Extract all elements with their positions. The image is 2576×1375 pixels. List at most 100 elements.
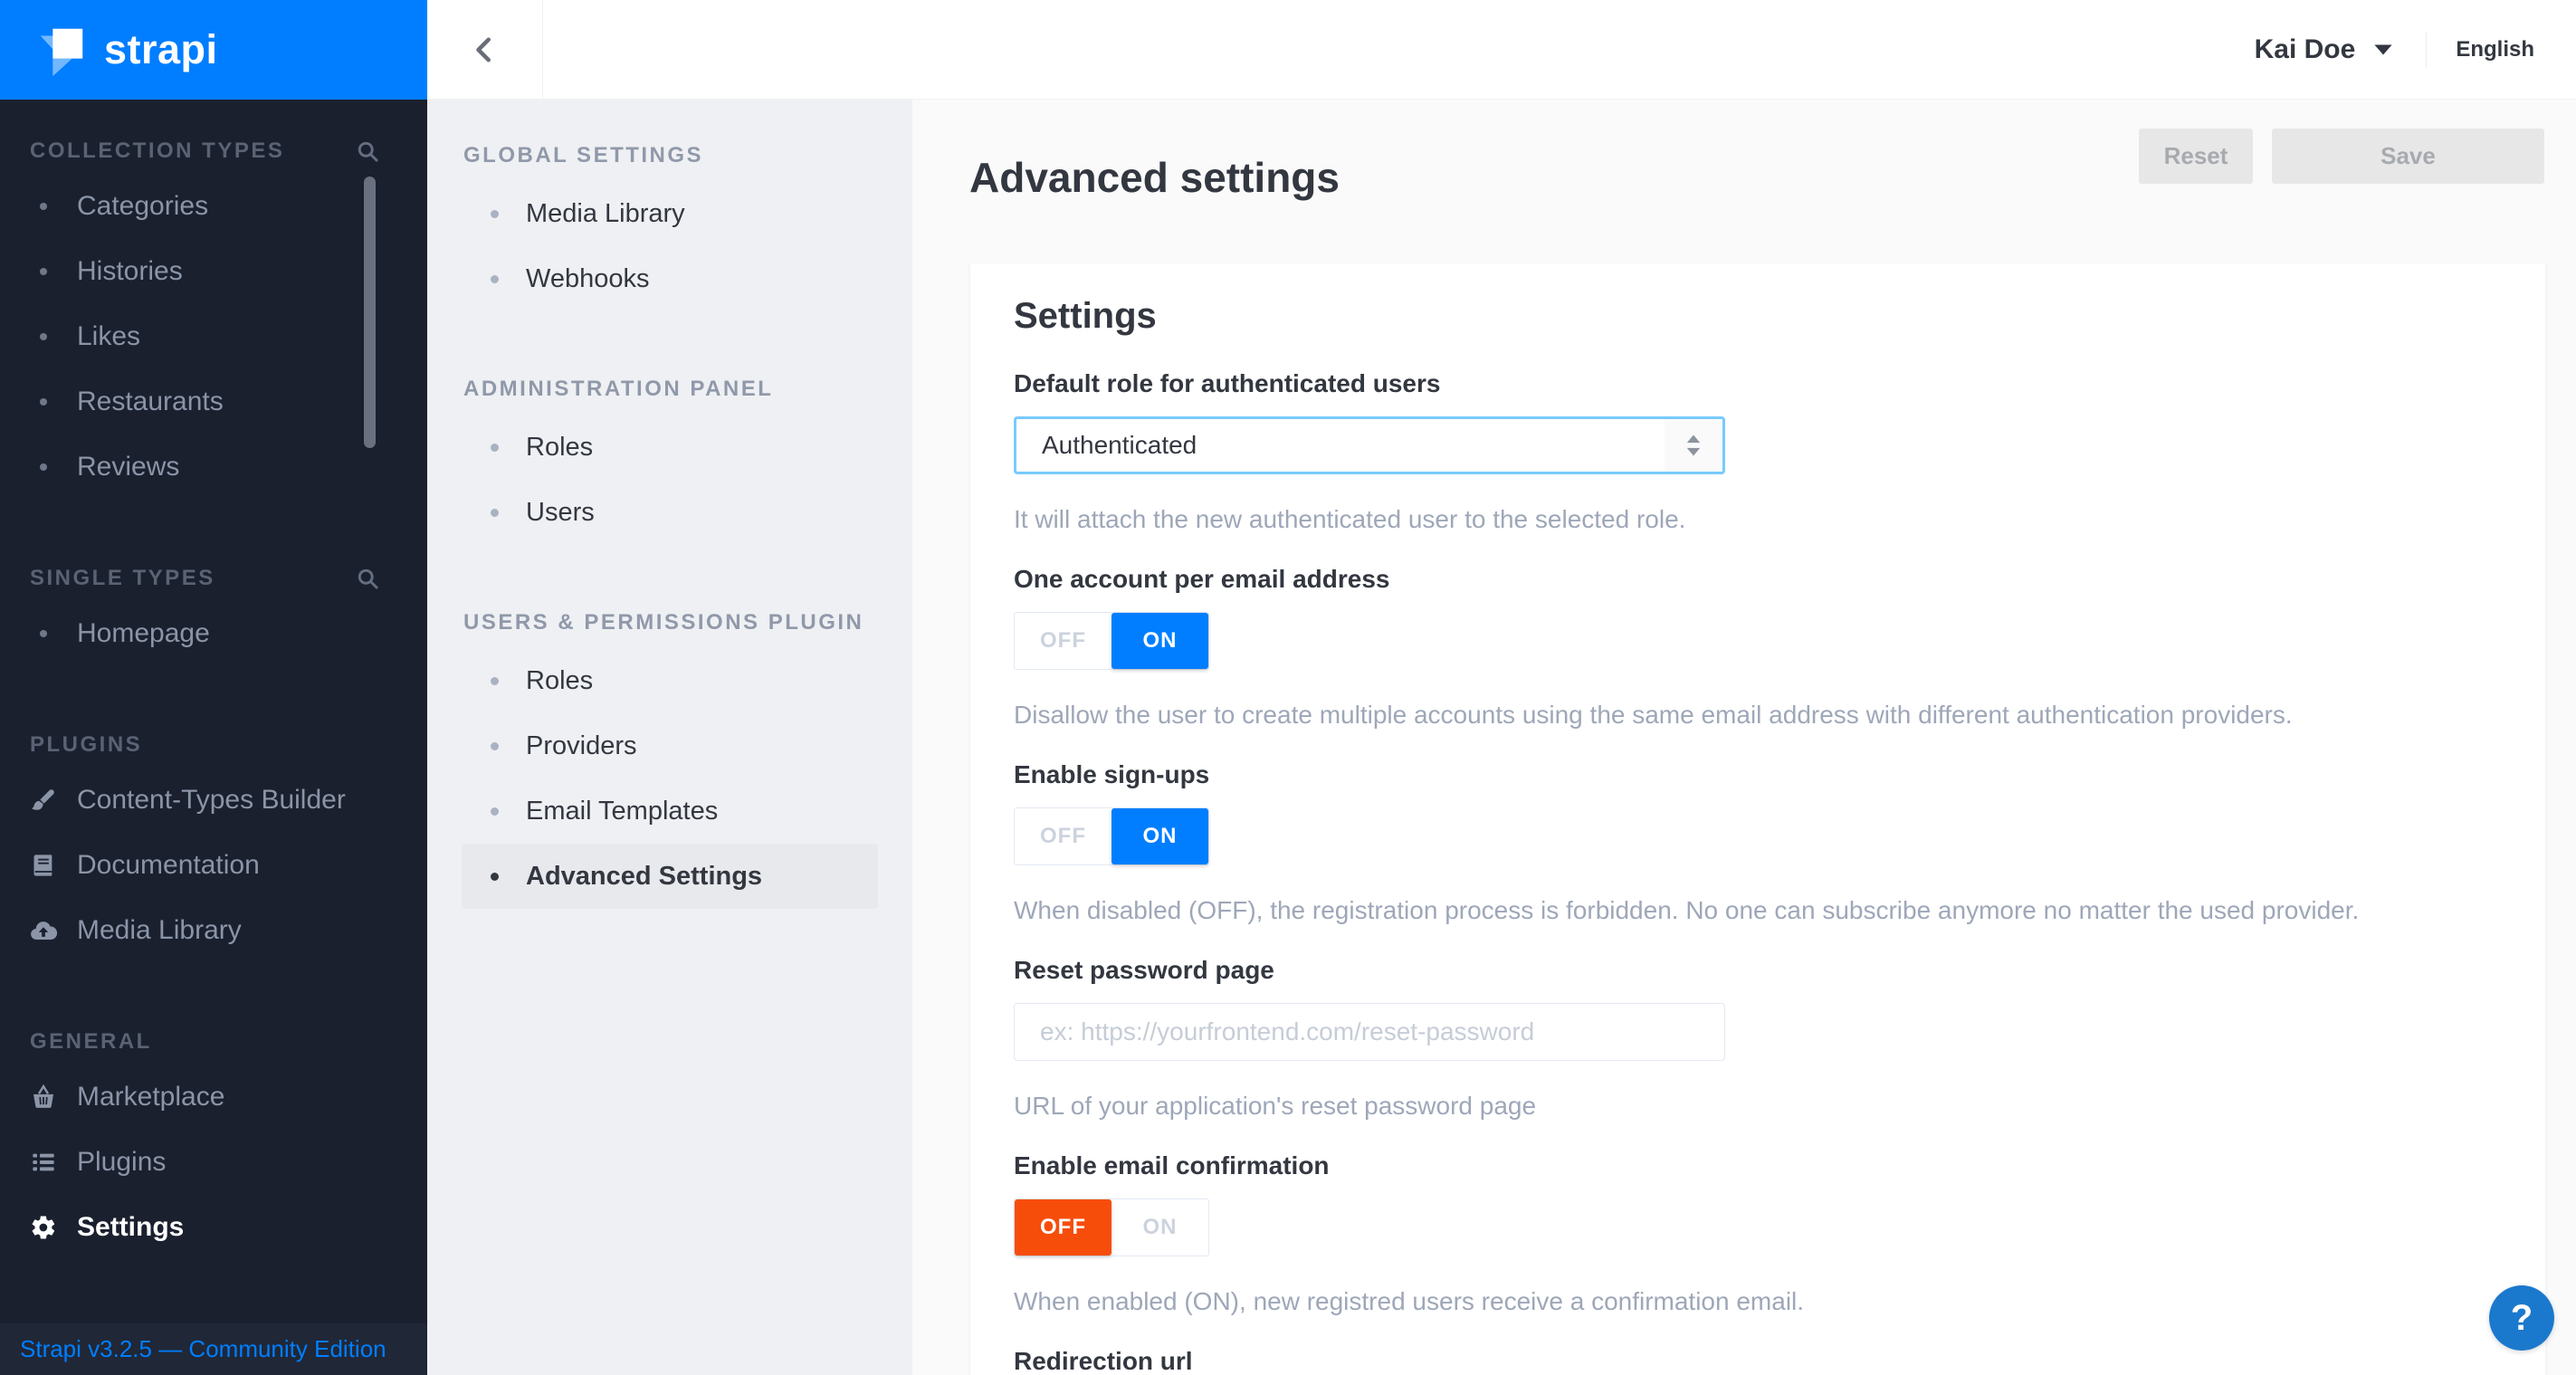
sidebar-item-label: Plugins <box>77 1147 167 1177</box>
sidebar-section-title: PLUGINS <box>30 732 143 757</box>
topbar-right: Kai Doe English <box>2255 31 2576 68</box>
sidebar-item-marketplace[interactable]: Marketplace <box>30 1065 427 1130</box>
field-default-role-for-authenticated-users: Default role for authenticated users Auth… <box>1014 371 2502 532</box>
subnav-item-email-templates[interactable]: Email Templates <box>462 778 878 844</box>
user-menu[interactable]: Kai Doe <box>2255 34 2356 65</box>
sidebar-item-plugins[interactable]: Plugins <box>30 1130 427 1195</box>
bullet-icon <box>491 872 499 881</box>
sidebar-section-title: GENERAL <box>30 1029 152 1054</box>
toggle-on-button[interactable]: ON <box>1111 808 1208 864</box>
sidebar-item-media-library[interactable]: Media Library <box>30 898 427 963</box>
toggle-off-button[interactable]: OFF <box>1015 1199 1111 1256</box>
bullet-icon <box>30 203 57 210</box>
bullet-icon <box>491 274 499 283</box>
one-account-per-email-address-toggle: OFF ON <box>1014 612 1209 670</box>
search-icon[interactable] <box>356 567 380 591</box>
field-label: Default role for authenticated users <box>1014 369 1441 397</box>
sidebar-item-label: Documentation <box>77 850 260 880</box>
bullet-icon <box>491 807 499 816</box>
subnav-item-media-library[interactable]: Media Library <box>462 181 878 246</box>
sidebar-scrollbar[interactable] <box>364 177 376 448</box>
subnav-item-roles[interactable]: Roles <box>462 648 878 713</box>
save-button[interactable]: Save <box>2272 129 2544 184</box>
sidebar-item-label: Histories <box>77 256 183 286</box>
field-helper-text: It will attach the new authenticated use… <box>1014 505 1686 533</box>
bullet-icon <box>30 630 57 637</box>
cloud-upload-icon <box>30 918 57 943</box>
subnav-item-advanced-settings[interactable]: Advanced Settings <box>462 844 878 909</box>
search-icon[interactable] <box>356 139 380 164</box>
subnav-item-label: Roles <box>526 432 594 462</box>
sidebar-section-single-types: SINGLE TYPES Homepage <box>0 565 427 666</box>
field-helper-text: URL of your application's reset password… <box>1014 1092 1537 1120</box>
settings-card-heading: Settings <box>1014 296 1157 336</box>
reset-password-page-input[interactable] <box>1014 1003 1725 1061</box>
sidebar-footer: Strapi v3.2.5 — Community Edition <box>0 1323 427 1375</box>
subnav-item-label: Webhooks <box>526 263 650 293</box>
settings-subnav: GLOBAL SETTINGS Media Library Webhooks ADMI… <box>427 100 912 1375</box>
sidebar-section-plugins: PLUGINS Content-Types Builder Documentatio… <box>0 731 427 963</box>
sidebar-section-header: GENERAL <box>30 1028 427 1055</box>
page-title: Advanced settings <box>969 153 1340 201</box>
field-enable-sign-ups: Enable sign-ups OFF ON When disabled (OFF),… <box>1014 762 2502 923</box>
default-role-for-authenticated-users-select[interactable]: Authenticated <box>1014 416 1725 474</box>
reset-button[interactable]: Reset <box>2139 129 2253 184</box>
caret-down-icon[interactable] <box>2373 43 2393 56</box>
field-label: Redirection url <box>1014 1347 1193 1375</box>
field-label: Enable email confirmation <box>1014 1151 1330 1179</box>
strapi-admin-app: strapi COLLECTION TYPES Categories Histori… <box>0 0 2576 1375</box>
sidebar-section-header: COLLECTION TYPES <box>30 138 427 165</box>
chevron-left-icon <box>475 37 491 62</box>
field-helper-text: Disallow the user to create multiple acc… <box>1014 701 2293 729</box>
subnav-item-label: Email Templates <box>526 796 719 826</box>
toggle-on-button[interactable]: ON <box>1111 1199 1208 1256</box>
sidebar-item-content-types-builder[interactable]: Content-Types Builder <box>30 768 427 833</box>
subnav-item-webhooks[interactable]: Webhooks <box>462 246 878 311</box>
help-button[interactable]: ? <box>2489 1285 2554 1351</box>
subnav-item-label: Advanced Settings <box>526 861 763 891</box>
toggle-on-button[interactable]: ON <box>1111 613 1208 669</box>
subnav-group-title: GLOBAL SETTINGS <box>463 143 704 167</box>
main-sidebar: strapi COLLECTION TYPES Categories Histori… <box>0 0 427 1375</box>
topbar-divider <box>2426 31 2428 68</box>
field-helper-text: When enabled (ON), new registred users r… <box>1014 1287 1805 1315</box>
subnav-item-roles[interactable]: Roles <box>462 415 878 480</box>
sidebar-item-label: Media Library <box>77 915 242 945</box>
subnav-group-title: USERS & PERMISSIONS PLUGIN <box>463 610 864 635</box>
topbar: Kai Doe English <box>427 0 2576 100</box>
sidebar-item-settings[interactable]: Settings <box>30 1195 427 1260</box>
language-selector[interactable]: English <box>2456 37 2534 62</box>
subnav-item-providers[interactable]: Providers <box>462 713 878 778</box>
subnav-group-administration-panel: ADMINISTRATION PANEL Roles Users <box>427 377 912 545</box>
subnav-group-global-settings: GLOBAL SETTINGS Media Library Webhooks <box>427 143 912 311</box>
subnav-item-label: Providers <box>526 730 637 760</box>
subnav-item-label: Media Library <box>526 198 685 228</box>
settings-card: Settings Default role for authenticated … <box>970 263 2545 1375</box>
sidebar-section-title: SINGLE TYPES <box>30 566 215 590</box>
field-enable-email-confirmation: Enable email confirmation OFF ON When enabl… <box>1014 1153 2502 1314</box>
toggle-off-button[interactable]: OFF <box>1015 808 1111 864</box>
field-redirection-url: Redirection url <box>1014 1349 2502 1375</box>
strapi-logo[interactable]: strapi <box>0 0 427 100</box>
subnav-item-users[interactable]: Users <box>462 480 878 545</box>
enable-sign-ups-toggle: OFF ON <box>1014 807 1209 865</box>
stepper-icon[interactable] <box>1665 419 1722 472</box>
bullet-icon <box>30 398 57 406</box>
sidebar-item-label: Likes <box>77 321 141 351</box>
sidebar-section-title: COLLECTION TYPES <box>30 138 285 163</box>
back-button[interactable] <box>427 0 543 100</box>
field-reset-password-page: Reset password page URL of your applicati… <box>1014 958 2502 1119</box>
toggle-off-button[interactable]: OFF <box>1015 613 1111 669</box>
sidebar-section-header: SINGLE TYPES <box>30 565 427 592</box>
main-content: Advanced settings Reset Save Settings De… <box>912 100 2576 1375</box>
bullet-icon <box>491 741 499 750</box>
sidebar-item-documentation[interactable]: Documentation <box>30 833 427 898</box>
sidebar-item-label: Content-Types Builder <box>77 785 346 815</box>
bullet-icon <box>30 463 57 471</box>
strapi-version-link[interactable]: Strapi v3.2.5 — Community Edition <box>20 1335 386 1363</box>
sidebar-item-homepage[interactable]: Homepage <box>30 601 427 666</box>
subnav-group-title: ADMINISTRATION PANEL <box>463 377 774 401</box>
subnav-item-label: Users <box>526 497 595 527</box>
enable-email-confirmation-toggle: OFF ON <box>1014 1198 1209 1256</box>
strapi-logo-icon <box>40 28 83 77</box>
